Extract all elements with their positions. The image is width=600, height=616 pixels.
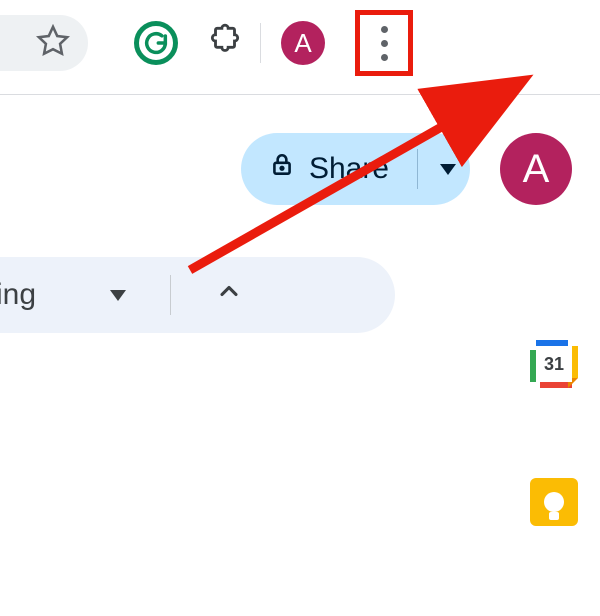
avatar-initial: A <box>523 147 550 192</box>
avatar-initial: A <box>294 28 311 59</box>
account-avatar[interactable]: A <box>500 133 572 205</box>
lock-icon <box>269 152 295 186</box>
mode-label: ing <box>0 278 36 312</box>
toolbar-row: ing <box>0 227 600 367</box>
share-button[interactable]: Share <box>241 133 470 205</box>
share-label: Share <box>309 152 389 186</box>
calendar-day-number: 31 <box>544 354 564 375</box>
side-panel: 31 <box>530 340 578 526</box>
kebab-dot-icon <box>381 26 388 33</box>
bulb-icon <box>544 492 564 512</box>
chrome-profile-avatar[interactable]: A <box>281 21 325 65</box>
share-dropdown-caret-icon[interactable] <box>440 164 456 175</box>
grammarly-extension-icon[interactable] <box>134 21 178 65</box>
chrome-menu-button[interactable] <box>381 26 388 61</box>
app-header: Share A <box>0 95 600 227</box>
extensions-puzzle-icon[interactable] <box>206 22 244 65</box>
kebab-dot-icon <box>381 54 388 61</box>
collapse-chevron-up-icon[interactable] <box>215 277 243 313</box>
share-separator <box>417 149 418 189</box>
bookmark-star-icon[interactable] <box>36 24 70 63</box>
mode-dropdown-caret-icon[interactable] <box>110 290 126 301</box>
google-keep-icon[interactable] <box>530 478 578 526</box>
omnibox-end <box>0 15 88 71</box>
mode-pill[interactable]: ing <box>0 257 395 333</box>
extensions-group <box>134 21 244 65</box>
annotation-highlight-box <box>355 10 413 76</box>
kebab-dot-icon <box>381 40 388 47</box>
pill-separator <box>170 275 171 315</box>
toolbar-separator <box>260 23 261 63</box>
browser-toolbar: A <box>0 0 600 86</box>
google-calendar-icon[interactable]: 31 <box>530 340 578 388</box>
